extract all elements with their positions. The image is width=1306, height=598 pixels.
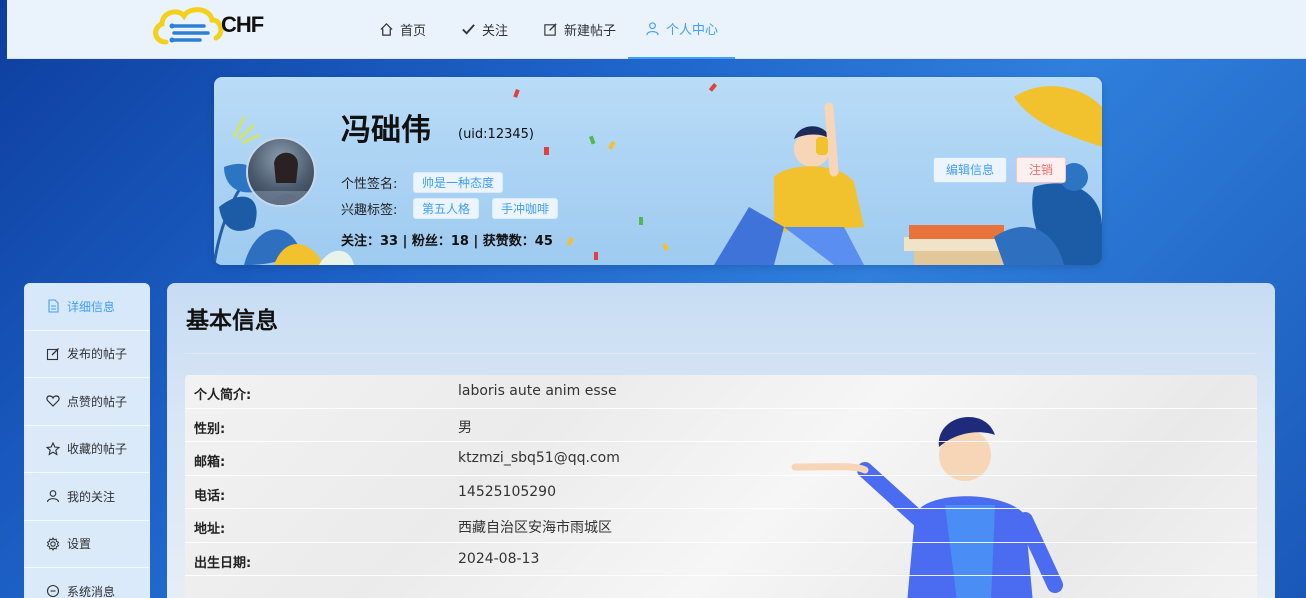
info-row-phone: 电话: 14525105290 bbox=[185, 476, 1257, 509]
sidebar-item-my-posts[interactable]: 发布的帖子 bbox=[24, 331, 150, 378]
heart-icon bbox=[46, 395, 60, 408]
info-row-birthday: 出生日期: 2024-08-13 bbox=[185, 543, 1257, 576]
info-row-email: 邮箱: ktzmzi_sbq51@qq.com bbox=[185, 442, 1257, 476]
avatar[interactable] bbox=[246, 137, 316, 207]
logout-button[interactable]: 注销 bbox=[1016, 157, 1067, 183]
basic-info-panel: 基本信息 个人简介: laboris aute anim esse 性别: 男 … bbox=[167, 283, 1275, 598]
nav-new-post-label: 新建帖子 bbox=[564, 24, 617, 39]
info-label: 性别: bbox=[194, 421, 226, 437]
top-navbar: CHF 首页 关注 新建帖子 个人中心 bbox=[7, 0, 1306, 59]
info-value: 男 bbox=[458, 419, 472, 436]
sidebar-item-label: 点赞的帖子 bbox=[67, 394, 128, 409]
sidebar-item-following[interactable]: 我的关注 bbox=[24, 473, 150, 521]
signature-tag: 帅是一种态度 bbox=[413, 172, 504, 193]
info-row-gender: 性别: 男 bbox=[185, 409, 1257, 442]
info-label: 地址: bbox=[194, 522, 226, 537]
nav-follow-label: 关注 bbox=[482, 24, 509, 39]
check-icon bbox=[462, 24, 475, 35]
edit-icon bbox=[544, 23, 557, 36]
profile-banner: 冯础伟 (uid:12345) 个性签名: 帅是一种态度 兴趣标签: 第五人格 … bbox=[214, 77, 1102, 265]
nav-home-label: 首页 bbox=[400, 24, 427, 39]
sidebar-menu: 详细信息 发布的帖子 点赞的帖子 收藏的帖子 我的关注 设置 系统消息 bbox=[24, 283, 150, 598]
info-value: 西藏自治区安海市雨城区 bbox=[458, 520, 612, 536]
document-icon bbox=[48, 299, 59, 313]
home-icon bbox=[380, 23, 393, 36]
edit-profile-button[interactable]: 编辑信息 bbox=[933, 157, 1008, 183]
nav-new-post[interactable]: 新建帖子 bbox=[543, 0, 616, 59]
info-label: 个人简介: bbox=[194, 388, 252, 403]
info-value: ktzmzi_sbq51@qq.com bbox=[458, 450, 620, 466]
info-row-address: 地址: 西藏自治区安海市雨城区 bbox=[185, 509, 1257, 543]
sidebar-item-label: 我的关注 bbox=[67, 489, 116, 504]
sidebar-item-settings[interactable]: 设置 bbox=[24, 521, 150, 568]
info-label: 出生日期: bbox=[194, 555, 252, 571]
nav-profile[interactable]: 个人中心 bbox=[628, 0, 735, 59]
sidebar-item-label: 发布的帖子 bbox=[67, 347, 128, 362]
user-stats: 关注：33 | 粉丝：18 | 获赞数：45 bbox=[341, 234, 553, 249]
info-card: 个人简介: laboris aute anim esse 性别: 男 邮箱: k… bbox=[185, 375, 1257, 598]
nav-home[interactable]: 首页 bbox=[379, 0, 426, 59]
user-icon bbox=[646, 22, 659, 36]
sidebar-item-system-messages[interactable]: 系统消息 bbox=[24, 568, 150, 598]
info-label: 邮箱: bbox=[194, 455, 226, 470]
sidebar-item-label: 设置 bbox=[67, 537, 92, 552]
info-value: laboris aute anim esse bbox=[458, 383, 617, 399]
star-icon bbox=[46, 441, 60, 456]
sidebar-item-details[interactable]: 详细信息 bbox=[24, 283, 150, 331]
page-title: 基本信息 bbox=[186, 308, 278, 334]
sidebar-item-liked-posts[interactable]: 点赞的帖子 bbox=[24, 378, 150, 426]
logo-text: CHF bbox=[221, 12, 264, 37]
sidebar-item-label: 收藏的帖子 bbox=[67, 442, 128, 457]
gear-icon bbox=[46, 536, 60, 551]
edit-icon bbox=[46, 347, 59, 360]
user-uid: (uid:12345) bbox=[458, 127, 534, 142]
info-row-bio: 个人简介: laboris aute anim esse bbox=[185, 375, 1257, 409]
interest-label: 兴趣标签: bbox=[341, 203, 398, 218]
info-value: 2024-08-13 bbox=[458, 550, 540, 567]
message-icon bbox=[46, 585, 60, 598]
interest-tag[interactable]: 第五人格 bbox=[413, 198, 480, 219]
user-icon bbox=[46, 490, 60, 503]
sidebar-item-favorite-posts[interactable]: 收藏的帖子 bbox=[24, 426, 150, 473]
nav-profile-label: 个人中心 bbox=[665, 23, 718, 38]
nav-follow[interactable]: 关注 bbox=[461, 0, 508, 59]
interest-tag[interactable]: 手冲咖啡 bbox=[492, 198, 559, 219]
divider bbox=[185, 353, 1257, 354]
user-name: 冯础伟 bbox=[341, 113, 431, 148]
signature-label: 个性签名: bbox=[341, 177, 398, 192]
sidebar-item-label: 系统消息 bbox=[67, 584, 116, 598]
info-label: 电话: bbox=[194, 488, 226, 504]
sidebar-item-label: 详细信息 bbox=[67, 299, 116, 314]
info-value: 14525105290 bbox=[458, 483, 556, 500]
